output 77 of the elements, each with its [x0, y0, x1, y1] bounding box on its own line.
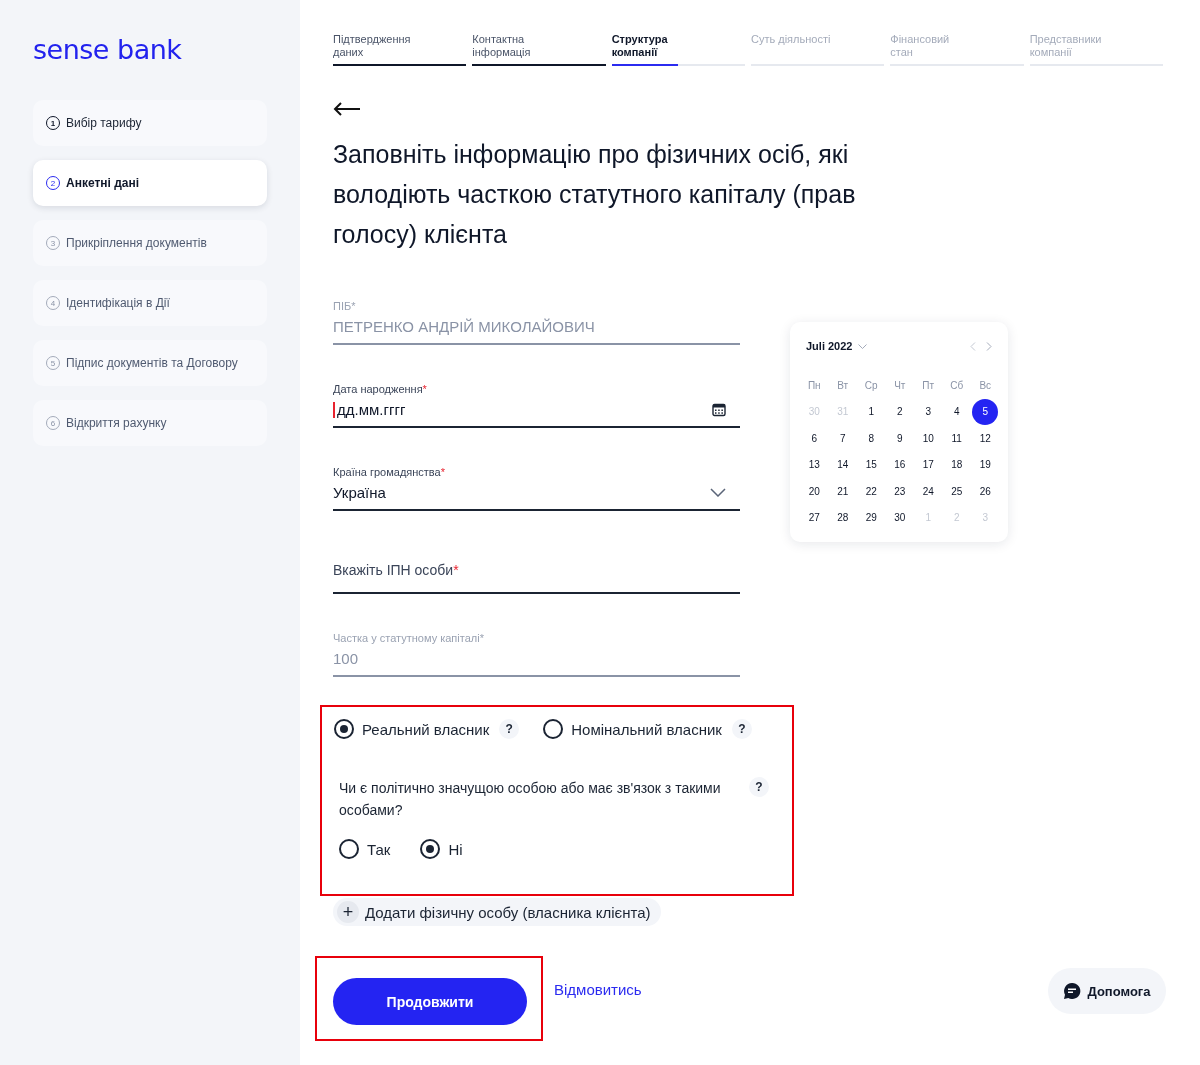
calendar-day[interactable]: 27 — [801, 504, 828, 531]
tab[interactable]: Підтвердження даних — [333, 33, 467, 66]
step-item[interactable]: 3 Прикріплення документів — [33, 220, 267, 266]
calendar-day[interactable]: 2 — [886, 398, 913, 425]
radio-option[interactable]: Так — [339, 839, 391, 859]
weekday-label: Пт — [922, 379, 935, 391]
add-person-button[interactable]: + Додати фізичну особу (власника клієнта) — [333, 898, 661, 926]
calendar-icon[interactable] — [712, 402, 726, 417]
step-item[interactable]: 5 Підпис документів та Договору — [33, 340, 267, 386]
calendar-day[interactable]: 21 — [829, 478, 856, 505]
weekday-label: Чт — [894, 379, 906, 391]
calendar-day[interactable]: 15 — [858, 451, 885, 478]
step-item[interactable]: 4 Ідентифікація в Дії — [33, 280, 267, 326]
weekday-label: Вс — [979, 379, 992, 391]
calendar-day[interactable]: 6 — [801, 425, 828, 452]
step-item[interactable]: 1 Вибір тарифу — [33, 100, 267, 146]
input-field[interactable]: Вкажіть ІПН особи* — [333, 533, 740, 594]
field-placeholder: Вкажіть ІПН особи* — [333, 562, 459, 578]
field-value: дд.мм.гггг — [333, 401, 406, 418]
field-label: Країна громадянства* — [333, 466, 446, 478]
calendar-day[interactable]: 20 — [801, 478, 828, 505]
help-button[interactable]: ? — [731, 719, 752, 739]
calendar-day[interactable]: 10 — [915, 425, 942, 452]
plus-icon: + — [337, 901, 359, 923]
calendar-day[interactable]: 11 — [943, 425, 970, 452]
chat-icon — [1063, 982, 1082, 1000]
calendar-day[interactable]: 22 — [858, 478, 885, 505]
continue-button[interactable]: Продовжити — [333, 978, 527, 1025]
calendar-day[interactable]: 9 — [886, 425, 913, 452]
tab[interactable]: Контактна інформація — [472, 33, 606, 66]
calendar-day[interactable]: 24 — [915, 478, 942, 505]
weekday-label: Вт — [837, 379, 849, 391]
help-chat-button[interactable]: Допомога — [1048, 968, 1166, 1014]
field-label: ПІБ* — [333, 300, 357, 312]
back-arrow-icon[interactable] — [333, 102, 361, 116]
step-item[interactable]: 2 Анкетні дані — [33, 160, 267, 206]
calendar-day[interactable]: 14 — [829, 451, 856, 478]
calendar-day[interactable]: 18 — [943, 451, 970, 478]
brand-logo: sense bank — [33, 34, 182, 66]
calendar-day[interactable]: 23 — [886, 478, 913, 505]
help-button[interactable]: ? — [499, 719, 520, 739]
month-selector[interactable]: Juli 2022 — [806, 340, 853, 352]
calendar-day[interactable]: 16 — [886, 451, 913, 478]
chevron-down-icon[interactable] — [710, 488, 726, 497]
calendar-day[interactable]: 28 — [829, 504, 856, 531]
calendar-day[interactable]: 3 — [915, 398, 942, 425]
calendar-day[interactable]: 7 — [829, 425, 856, 452]
weekday-label: Ср — [864, 379, 878, 391]
input-field[interactable]: Дата народження* дд.мм.гггг — [333, 367, 740, 428]
field-value: 100 — [333, 650, 359, 667]
calendar-day[interactable]: 13 — [801, 451, 828, 478]
calendar-day[interactable]: 1 — [858, 398, 885, 425]
calendar-day[interactable]: 17 — [915, 451, 942, 478]
radio-option[interactable]: Ні — [420, 839, 463, 859]
help-button[interactable]: ? — [749, 777, 769, 797]
calendar-day[interactable]: 30 — [886, 504, 913, 531]
weekday-label: Пн — [807, 379, 821, 391]
radio-option[interactable]: Реальний власник — [334, 719, 490, 739]
calendar-day[interactable]: 19 — [972, 451, 999, 478]
field-label: Дата народження* — [333, 383, 428, 395]
field-label: Частка у статутному капіталі* — [333, 632, 485, 644]
calendar-day[interactable]: 8 — [858, 425, 885, 452]
decline-link[interactable]: Відмовитись — [554, 981, 642, 998]
weekday-label: Сб — [950, 379, 964, 391]
page-title: Заповніть інформацію про фізичних осіб, які володіють часткою статутного капіталу (прав голосу) клієнта — [333, 139, 857, 250]
calendar-day[interactable]: 5 — [972, 398, 999, 425]
calendar-day[interactable]: 25 — [943, 478, 970, 505]
question-text: Чи є політично значущою особою або має зв'язок з такими особами? — [339, 779, 722, 820]
calendar-day[interactable]: 29 — [858, 504, 885, 531]
calendar-day[interactable]: 12 — [972, 425, 999, 452]
step-item[interactable]: 6 Відкриття рахунку — [33, 400, 267, 446]
calendar-day[interactable]: 26 — [972, 478, 999, 505]
input-field[interactable]: Країна громадянства* Україна — [333, 450, 740, 511]
calendar-day[interactable]: 4 — [943, 398, 970, 425]
tab[interactable]: Структура компанії — [611, 33, 745, 66]
radio-option[interactable]: Номінальний власник — [543, 719, 722, 739]
field-value: Україна — [333, 484, 386, 501]
